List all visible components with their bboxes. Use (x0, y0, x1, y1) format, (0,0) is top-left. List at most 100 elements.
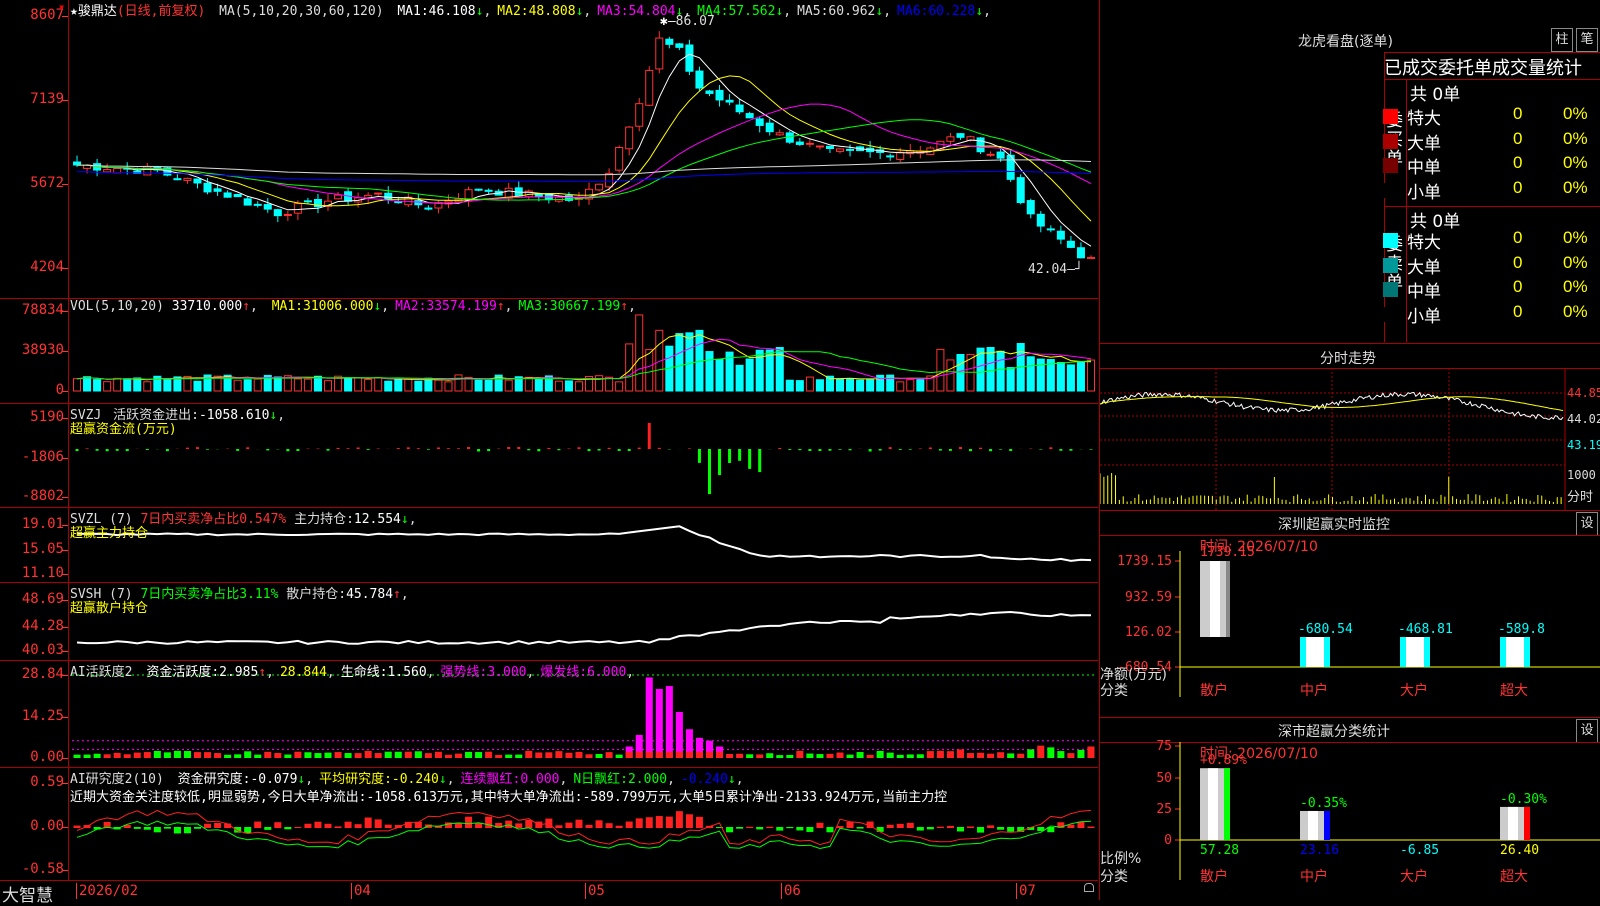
indicator-value: MA6:60.228 (897, 4, 976, 19)
candle-body (1016, 177, 1025, 204)
volume-bar (73, 378, 82, 392)
research-bar (334, 826, 342, 828)
research-bar (1087, 826, 1095, 828)
candle-body (755, 118, 764, 126)
indicator-value: MA1:31006.000 (271, 299, 374, 314)
favorite-star-icon[interactable]: ★ (70, 4, 78, 19)
activity-bar (254, 754, 262, 758)
tick-view-button[interactable]: 笔 (1576, 28, 1598, 52)
activity-bar (655, 688, 663, 758)
price-panel[interactable]: 8607 7139 5672 4204 ▾ ★骏鼎达(日线,前复权) MA(5,… (0, 0, 1098, 299)
stats-category: 散户 (1200, 868, 1228, 885)
order-percent: 0% (1563, 301, 1588, 321)
activity-bar (73, 754, 81, 758)
svzl-panel[interactable]: 19.01 15.05 11.10 SVZL (7) 7日内买卖净占比0.547… (0, 508, 1098, 583)
candle-body (1036, 213, 1045, 227)
order-color-swatch (1383, 233, 1398, 248)
activity-bar (173, 750, 181, 758)
intraday-panel[interactable]: 分时走势 44.85 44.02 43.19 1000 分时 (1099, 344, 1600, 511)
research-bar (585, 824, 593, 828)
research-bar (133, 827, 141, 829)
candle-body (976, 137, 985, 153)
monitor-bar-highlight (1506, 637, 1524, 667)
activity-bar (294, 751, 302, 758)
candle-body (474, 188, 483, 191)
activity-bar (163, 752, 171, 758)
order-type: 特大 (1407, 233, 1441, 252)
activity-bar (575, 751, 583, 758)
volume-bar (384, 380, 393, 392)
order-percent: 0% (1563, 153, 1588, 172)
order-count: 0 (1513, 228, 1523, 247)
ai-research-panel[interactable]: 0.59 0.00 -0.58 AI研究度2(10) 资金研究度:-0.079↓… (0, 768, 1098, 880)
activity-bar (906, 754, 914, 758)
ai-active-panel[interactable]: 28.84 14.25 0.00 AI活跃度2 资金活跃度:2.985↑, 28.… (0, 661, 1098, 768)
order-row: 中单 0 0% (1383, 277, 1600, 301)
activity-bar (595, 754, 603, 758)
candle-body (795, 141, 804, 145)
volume-bar (685, 332, 694, 392)
lock-icon[interactable] (1084, 883, 1094, 892)
monitor-axis-label: 1739.15 (1117, 554, 1172, 569)
activity-bar (615, 754, 623, 758)
volume-bar (243, 379, 252, 392)
svzj-panel[interactable]: 5190 -1806 -8802 SVZJ 活跃资金进出:-1058.610↓,… (0, 404, 1098, 508)
svsh-subtitle: 超赢散户持仓 (70, 601, 149, 616)
order-type: 中单 (1407, 282, 1441, 301)
research-bar (665, 816, 673, 828)
volume-bar (735, 364, 744, 392)
indicator-value: -0.240 (680, 772, 728, 787)
sz-stats-panel[interactable]: 深市超赢分类统计 设 时间: 2026/07/10 75 50 25 0 比例% 分类 +0… (1099, 718, 1600, 900)
volume-value: 33710.000 (171, 299, 243, 314)
activity-bar (1077, 749, 1085, 758)
activity-bar (404, 751, 412, 758)
research-bar (294, 826, 302, 828)
order-percent: 0% (1563, 252, 1588, 272)
volume-bar (1026, 356, 1035, 392)
monitor-bar-value: -680.54 (1298, 622, 1353, 637)
research-bar (756, 827, 764, 830)
research-bar (505, 820, 513, 828)
candle-body (665, 38, 674, 45)
activity-bar (826, 753, 834, 758)
volume-panel[interactable]: 78834 38930 0 VOL(5,10,20) 33710.000↑, M… (0, 299, 1098, 404)
research-bar (304, 823, 312, 828)
activity-bar (344, 753, 352, 758)
volume-bar (1056, 362, 1065, 392)
volume-label: VOL(5,10,20) (70, 299, 164, 314)
research-bar (926, 827, 934, 830)
activity-bar (475, 752, 483, 758)
stats-bar-accent (1224, 768, 1230, 840)
order-count: 0 (1513, 177, 1523, 197)
candle-body (193, 178, 202, 184)
brand-label[interactable]: 大智慧 (2, 881, 53, 906)
order-count: 0 (1513, 252, 1523, 272)
research-bar (153, 827, 161, 833)
activity-bar (334, 752, 342, 758)
volume-bar (986, 346, 995, 392)
research-bar (695, 816, 703, 828)
volume-bar (404, 378, 413, 392)
candle-body (253, 203, 262, 206)
research-bar (846, 821, 854, 828)
order-row: 大单 0 0% (1383, 129, 1600, 153)
monitor-category: 散户 (1200, 682, 1228, 699)
research-bar (595, 820, 603, 828)
svsh-panel[interactable]: 48.69 44.28 40.03 SVSH (7) 7日内买卖净占比3.11%… (0, 583, 1098, 661)
candle-body (173, 178, 182, 181)
activity-bar (1037, 745, 1045, 758)
volume-bar (615, 381, 624, 392)
candle-body (846, 148, 855, 151)
research-bar (645, 817, 653, 828)
intraday-axis-label: 43.19 (1567, 438, 1600, 452)
candle-body (233, 193, 242, 198)
order-type: 中单 (1407, 158, 1441, 177)
sz-monitor-panel[interactable]: 深圳超赢实时监控 设 时间: 2026/07/10 1739.15 932.59 1… (1099, 511, 1600, 718)
activity-bar (1017, 753, 1025, 758)
chart-mode[interactable]: (日线,前复权) (117, 4, 205, 19)
candle-body (1076, 247, 1085, 259)
dragon-title: 龙虎看盘(逐单) (1298, 34, 1393, 50)
activity-bar (324, 752, 332, 758)
activity-bar (665, 686, 673, 758)
bar-view-button[interactable]: 柱 (1551, 28, 1573, 52)
